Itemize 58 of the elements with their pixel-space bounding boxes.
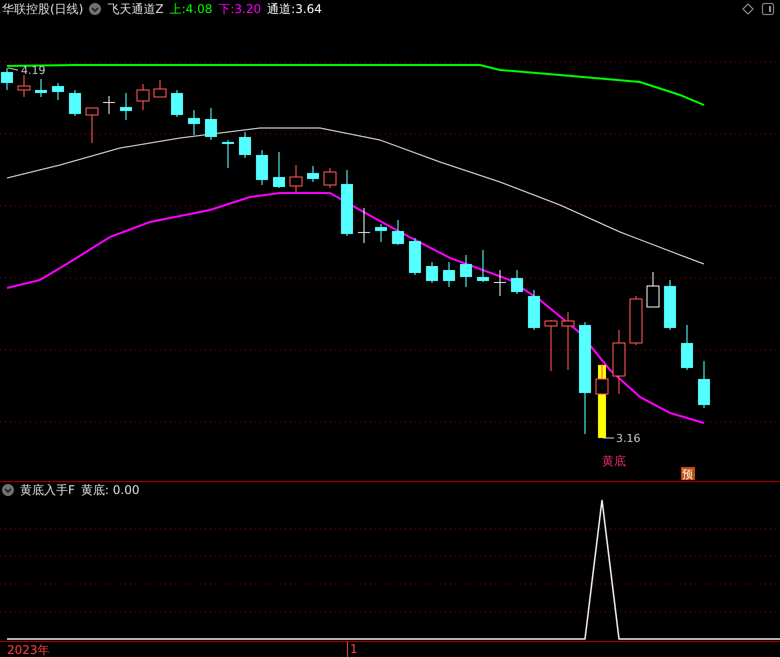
candlestick — [273, 152, 285, 188]
candlestick — [477, 250, 489, 282]
candlestick — [69, 90, 81, 116]
stock-title: 华联控股(日线) — [2, 0, 84, 18]
candlestick — [136, 84, 150, 110]
candlestick — [375, 224, 387, 242]
candlestick — [630, 296, 642, 346]
candlestick — [120, 92, 132, 120]
collapse-icon[interactable] — [2, 484, 14, 496]
signal-label: 黄底 — [602, 454, 626, 468]
axis-year-label: 2023年 — [7, 642, 50, 657]
candlestick — [154, 80, 166, 98]
candlestick — [494, 270, 506, 296]
candlestick — [698, 360, 710, 408]
candlestick — [409, 238, 421, 276]
candlestick — [681, 324, 693, 370]
indicator-name: 黄底入手F — [20, 482, 75, 498]
candlestick — [239, 132, 251, 158]
candlestick — [18, 74, 30, 98]
candlestick — [103, 96, 115, 114]
low-price-label: 3.16 — [616, 432, 640, 445]
candlestick — [426, 262, 438, 284]
candlestick — [205, 108, 217, 140]
indicator-name: 飞天通道Z — [107, 0, 164, 18]
candlestick — [460, 254, 472, 288]
diamond-icon[interactable] — [742, 3, 754, 15]
candlestick — [646, 272, 660, 308]
candlestick — [52, 82, 64, 100]
candlestick — [544, 320, 558, 372]
candlestick — [307, 166, 319, 182]
candlestick — [341, 170, 353, 236]
candlestick — [86, 108, 98, 144]
candlestick — [35, 78, 47, 98]
candlestick — [188, 110, 200, 136]
candlestick — [171, 90, 183, 118]
candlestick — [596, 364, 608, 394]
indicator-value: 黄底: 0.00 — [80, 482, 140, 498]
indicator-value: 上:4.08 — [170, 0, 212, 18]
candlestick — [1, 68, 13, 90]
candlestick — [562, 312, 574, 370]
indicator-value: 通道:3.64 — [267, 0, 322, 18]
candlestick — [443, 262, 455, 288]
candlestick — [664, 280, 676, 330]
axis-month-label: 1 — [347, 642, 358, 657]
forecast-marker: 预 — [681, 467, 695, 481]
collapse-icon[interactable] — [89, 3, 102, 15]
candlestick — [511, 270, 523, 294]
candlestick — [324, 168, 336, 188]
candlestick — [358, 208, 370, 244]
high-price-label: 4.19 — [21, 64, 46, 77]
candlestick — [392, 220, 404, 246]
indicator-value: 下:3.20 — [218, 0, 262, 18]
candlestick — [290, 164, 302, 194]
panel-toggle-icon[interactable] — [762, 3, 774, 15]
candlestick — [222, 140, 234, 168]
candlestick — [612, 330, 626, 394]
candlestick — [528, 290, 540, 330]
candlestick — [256, 150, 268, 186]
